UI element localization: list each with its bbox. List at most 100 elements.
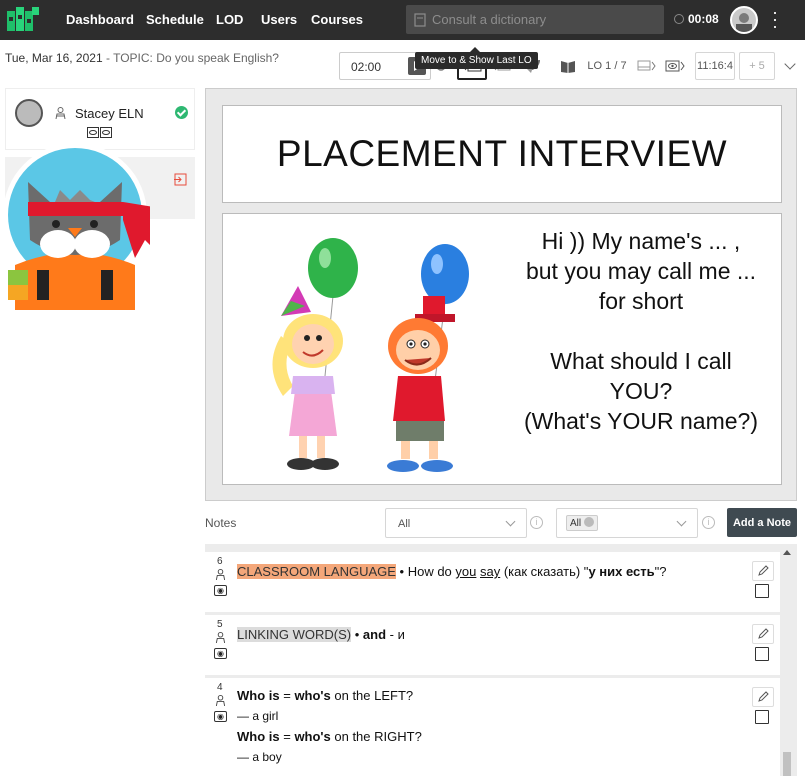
dictionary-input[interactable] — [432, 12, 652, 27]
chip-label: All — [570, 518, 582, 529]
note-item[interactable]: 6 ◉ CLASSROOM LANGUAGE • How do you say … — [205, 552, 780, 612]
note-segment: and — [362, 627, 387, 642]
note-number: 6 — [217, 556, 223, 567]
note-segment: on the RIGHT? — [330, 729, 422, 744]
student-avatar — [15, 99, 43, 127]
edit-icon[interactable] — [752, 687, 774, 707]
author-icon — [215, 569, 226, 580]
visibility-icon[interactable]: ◉ — [214, 711, 227, 722]
notes-filter-tags[interactable]: All — [556, 508, 698, 538]
note-segment: Who is — [237, 729, 280, 744]
slide-line: Hi )) My name's ... , — [541, 228, 741, 254]
kebab-icon[interactable]: · · · — [772, 3, 778, 35]
next-lo-button[interactable] — [633, 52, 659, 80]
filter-chip[interactable]: All — [566, 515, 599, 531]
visibility-icon[interactable]: ◉ — [214, 585, 227, 596]
author-icon — [215, 695, 226, 706]
exit-icon[interactable] — [174, 173, 187, 189]
note-checkbox[interactable] — [755, 584, 769, 598]
session-bar: Tue, Mar 16, 2021 - TOPIC: Do you speak … — [0, 40, 805, 88]
online-status-icon — [175, 106, 188, 119]
edit-icon[interactable] — [752, 561, 774, 581]
topic-prefix: TOPIC: — [113, 51, 153, 65]
scroll-thumb[interactable] — [783, 752, 791, 776]
session-date: Tue, Mar 16, 2021 — [5, 51, 103, 65]
note-segment: Who is — [237, 688, 280, 703]
info-icon[interactable]: i — [530, 516, 543, 529]
note-item[interactable]: 5 ◉ LINKING WORD(S) • and - и — [205, 615, 780, 675]
note-segment: = — [279, 729, 295, 744]
notes-scrollbar[interactable] — [781, 548, 793, 776]
slide-viewer: PLACEMENT INTERVIEW Hi)) My name's ... … — [205, 88, 797, 501]
slide-line: but you may call me ... — [525, 258, 757, 284]
children-balloons-illustration — [272, 238, 469, 472]
info-icon[interactable]: i — [702, 516, 715, 529]
note-tag: LINKING WORD(S) — [237, 627, 352, 642]
chevron-down-icon — [676, 516, 687, 527]
dictionary-icon — [414, 12, 426, 27]
topic-text: Do you speak English? — [156, 51, 279, 65]
clear-chip-icon[interactable] — [584, 517, 595, 527]
session-timer: 00:08 — [688, 12, 719, 26]
slide-body: Hi )) My name's ... , but you may call m… — [222, 213, 782, 485]
notes-list: 6 ◉ CLASSROOM LANGUAGE • How do you say … — [205, 544, 797, 776]
note-segment: on the LEFT? — [330, 688, 414, 703]
session-topic: Tue, Mar 16, 2021 - TOPIC: Do you speak … — [5, 51, 279, 65]
author-icon — [215, 632, 226, 643]
chevron-down-icon — [505, 516, 516, 527]
countdown-value: 02:00 — [351, 60, 382, 74]
teacher-avatar — [3, 143, 150, 310]
notes-label: Notes — [205, 516, 237, 530]
edit-icon[interactable] — [752, 624, 774, 644]
note-segment: = — [279, 688, 295, 703]
add-note-button[interactable]: Add a Note — [727, 508, 797, 537]
lesson-clock: 11:16:4 — [695, 52, 735, 80]
note-line: Who is = who's on the LEFT? — [237, 688, 413, 703]
tooltip: Move to & Show Last LO — [415, 47, 538, 69]
note-segment: у них есть — [588, 564, 655, 579]
student-eye-icons[interactable] — [87, 127, 113, 141]
lo-counter: LO 1 / 7 — [587, 60, 627, 72]
slide-line: What should I call — [550, 348, 732, 374]
show-next-lo-button[interactable] — [663, 52, 689, 80]
scroll-up-icon[interactable] — [783, 550, 791, 555]
note-line: Who is = who's on the RIGHT? — [237, 729, 422, 744]
note-segment: • How do — [395, 564, 456, 579]
note-text: CLASSROOM LANGUAGE • How do you say (как… — [237, 564, 666, 579]
top-navbar: Dashboard Schedule LOD Users Courses 00:… — [0, 0, 805, 40]
book-icon[interactable] — [557, 52, 579, 80]
slide-title: PLACEMENT INTERVIEW — [276, 133, 728, 174]
slide-line — [503, 316, 779, 346]
note-segment: - и — [386, 627, 405, 642]
nav-users[interactable]: Users — [261, 12, 297, 27]
note-segment: you — [455, 564, 477, 579]
note-line: — a boy — [237, 750, 282, 764]
note-checkbox[interactable] — [755, 647, 769, 661]
note-segment: say — [480, 564, 501, 579]
nav-schedule[interactable]: Schedule — [146, 12, 204, 27]
nav-courses[interactable]: Courses — [311, 12, 363, 27]
note-line: — a girl — [237, 709, 279, 723]
slide-line: (What's YOUR name?) — [523, 408, 759, 434]
slide-text: Hi )) My name's ... , but you may call m… — [503, 226, 779, 436]
visibility-icon[interactable]: ◉ — [214, 648, 227, 659]
note-number: 5 — [217, 619, 223, 630]
notes-filter-type[interactable]: All — [385, 508, 527, 538]
user-avatar[interactable] — [730, 6, 758, 34]
note-segment: "? — [654, 564, 667, 579]
dictionary-search — [406, 5, 664, 34]
chevron-down-icon[interactable] — [784, 58, 796, 70]
note-segment: (как сказать) " — [500, 564, 589, 579]
note-tag: CLASSROOM LANGUAGE — [237, 564, 396, 579]
note-text: LINKING WORD(S) • and - и — [237, 627, 405, 642]
nav-lod[interactable]: LOD — [216, 12, 243, 27]
student-name: Stacey ELN — [75, 106, 144, 121]
note-item[interactable]: 4 ◉ Who is = who's on the LEFT? — a girl… — [205, 678, 780, 776]
filter-value: All — [398, 518, 411, 530]
note-segment: • — [351, 627, 363, 642]
app-logo[interactable] — [6, 5, 40, 35]
note-checkbox[interactable] — [755, 710, 769, 724]
extend-time-button[interactable]: + 5 — [739, 52, 775, 80]
nav-dashboard[interactable]: Dashboard — [66, 12, 134, 27]
slide-line: for short — [598, 288, 684, 314]
